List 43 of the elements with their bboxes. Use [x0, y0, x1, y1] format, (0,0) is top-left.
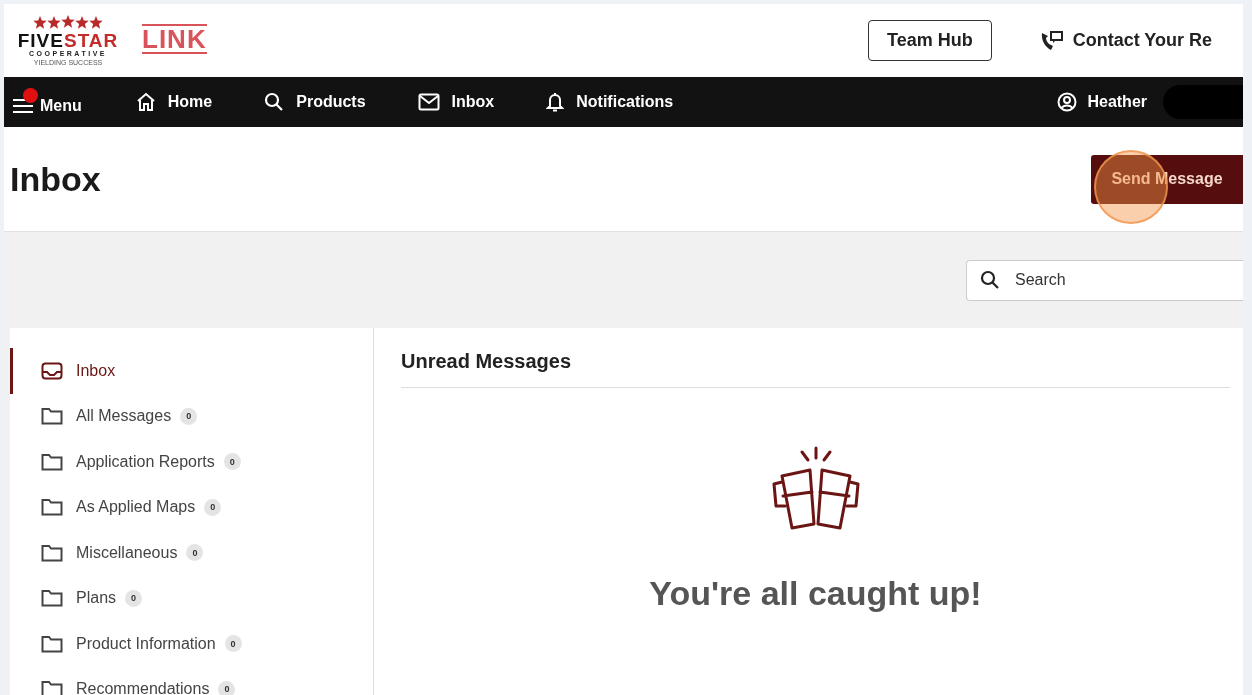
folder-icon [41, 680, 63, 695]
user-name[interactable]: Heather [1087, 93, 1147, 111]
team-hub-button[interactable]: Team Hub [868, 20, 992, 61]
sidebar-item[interactable]: Product Information 0 [10, 621, 373, 667]
nav-link[interactable]: Notifications [546, 92, 674, 112]
menu-button[interactable]: Menu [12, 85, 84, 119]
folder-icon [41, 634, 63, 653]
count-badge: 0 [186, 544, 204, 562]
sidebar-item[interactable]: Miscellaneous 0 [10, 530, 373, 576]
folder-icon [41, 543, 63, 562]
bell-icon [546, 92, 565, 112]
folder-icon [41, 452, 63, 471]
empty-state-message: You're all caught up! [649, 574, 982, 613]
count-badge: 0 [204, 498, 222, 516]
count-badge: 0 [125, 589, 143, 607]
home-icon [135, 92, 156, 112]
inbox-icon [41, 361, 63, 380]
sidebar-item[interactable]: All Messages 0 [10, 393, 373, 439]
user-icon [1057, 92, 1078, 112]
page-title: Inbox [10, 159, 101, 199]
sidebar-item[interactable]: Plans 0 [10, 575, 373, 621]
menu-icon [12, 97, 34, 115]
nav-link[interactable]: Home [135, 92, 213, 112]
folder-icon [41, 498, 63, 517]
folder-icon [41, 589, 63, 608]
section-heading: Unread Messages [401, 350, 1230, 388]
search-icon [980, 269, 1000, 290]
count-badge: 0 [224, 635, 242, 653]
count-badge: 0 [180, 407, 198, 425]
sidebar-item[interactable]: Recommendations 0 [10, 666, 373, 695]
folder-icon [41, 407, 63, 426]
search-icon [264, 92, 285, 112]
contact-link[interactable]: Contact Your Re [1072, 30, 1213, 51]
sidebar-item[interactable]: As Applied Maps 0 [10, 484, 373, 530]
search-field[interactable]: Search [966, 259, 1243, 301]
mail-icon [417, 93, 440, 111]
count-badge: 0 [223, 453, 241, 471]
nav-link[interactable]: Inbox [417, 93, 495, 111]
count-badge: 0 [218, 680, 236, 695]
nav-link[interactable]: Products [264, 92, 366, 112]
product-logo: LINK [142, 23, 207, 54]
brand-name: FIVESTAR [17, 31, 119, 51]
sidebar-item[interactable]: Application Reports 0 [10, 439, 373, 485]
